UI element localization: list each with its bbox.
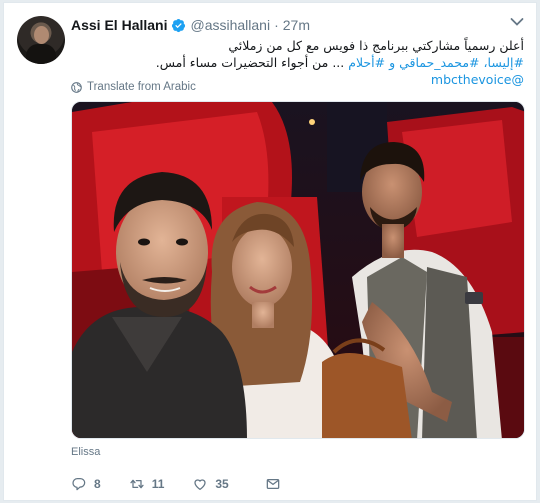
tweet-text-line-2-rest: ... من أجواء التحضيرات مساء أمس. xyxy=(155,55,349,70)
hashtag-links[interactable]: #إليسا، #محمد_حماقي و #أحلام xyxy=(348,55,524,70)
tweet-photo[interactable] xyxy=(71,101,525,439)
tweet-card[interactable]: Assi El Hallani @assihallani · 27m أعلن … xyxy=(3,2,537,501)
author-handle[interactable]: @assihallani xyxy=(190,17,270,33)
avatar[interactable] xyxy=(17,16,65,64)
reply-icon xyxy=(72,478,86,491)
direct-message-icon xyxy=(266,479,280,489)
tweet-text-line-1: أعلن رسمياً مشاركتي ببرنامج ذا فويس مع ك… xyxy=(228,38,524,53)
verified-badge-icon xyxy=(172,18,186,32)
photo-selfie-three-coaches xyxy=(72,102,524,438)
direct-message-button[interactable] xyxy=(265,476,281,492)
like-button[interactable]: 35 xyxy=(192,476,229,492)
globe-icon xyxy=(71,81,82,93)
tweet-timestamp[interactable]: 27m xyxy=(283,17,310,33)
mention-link[interactable]: @mbcthevoice xyxy=(431,72,524,87)
separator-dot: · xyxy=(274,17,279,33)
author-name[interactable]: Assi El Hallani xyxy=(71,17,167,33)
like-icon xyxy=(194,479,207,490)
chevron-down-icon[interactable] xyxy=(510,17,524,27)
tweet-actions: 8 11 35 xyxy=(71,475,309,493)
translate-button[interactable]: Translate from Arabic xyxy=(71,79,196,95)
reply-button[interactable]: 8 xyxy=(71,476,101,492)
avatar-body xyxy=(26,44,56,64)
translate-label: Translate from Arabic xyxy=(87,81,196,93)
retweet-count: 11 xyxy=(151,477,165,491)
reply-count: 8 xyxy=(94,477,101,491)
photo-tag[interactable]: Elissa xyxy=(71,446,100,458)
tweet-header: Assi El Hallani @assihallani · 27m xyxy=(71,15,310,35)
like-count: 35 xyxy=(215,477,229,491)
retweet-button[interactable]: 11 xyxy=(129,476,165,492)
retweet-icon xyxy=(130,479,144,489)
tweet-text-line-2: #إليسا، #محمد_حماقي و #أحلام ... من أجوا… xyxy=(71,54,524,71)
avatar-face xyxy=(34,26,49,44)
